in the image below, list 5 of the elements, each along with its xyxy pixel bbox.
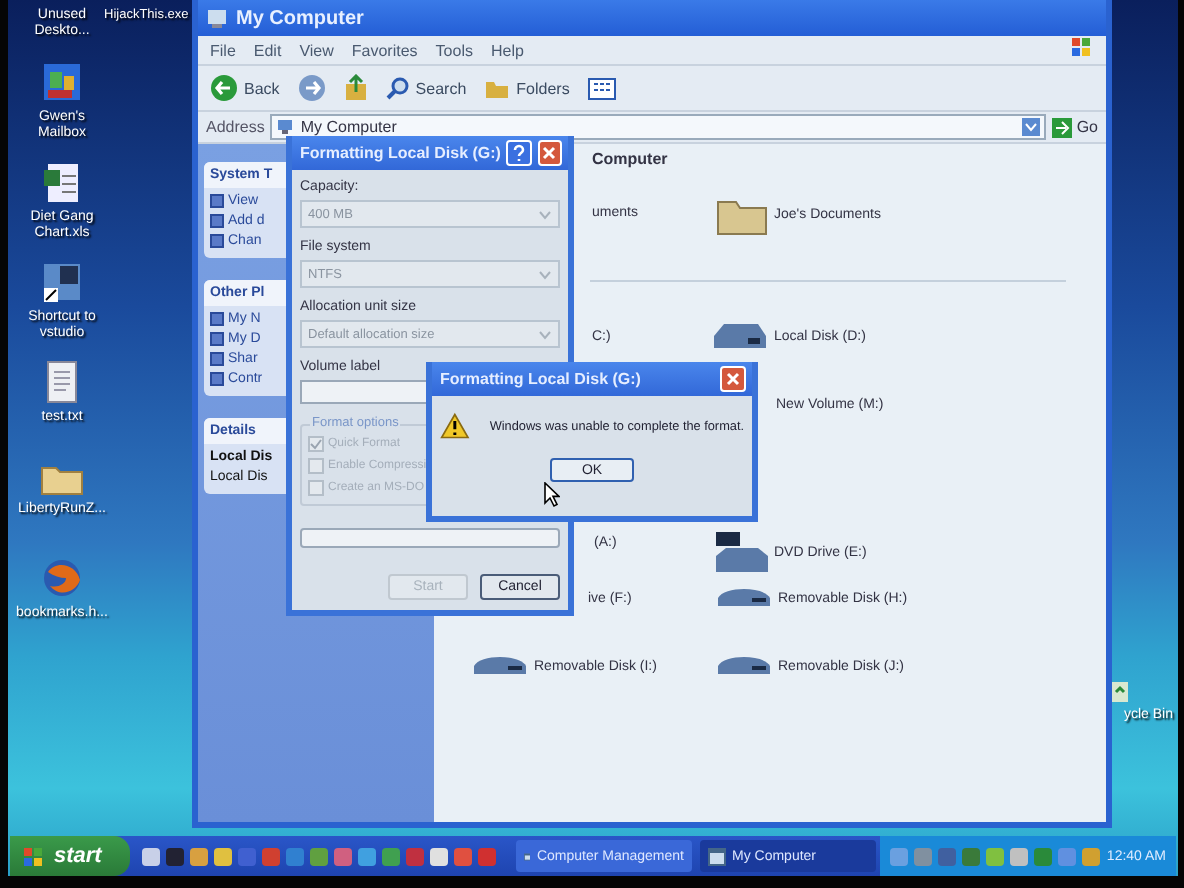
dialog-title: Formatting Local Disk (G:) <box>440 370 643 388</box>
address-label: Address <box>206 118 265 136</box>
group-heading: Computer <box>592 150 668 168</box>
window-title: My Computer <box>236 7 364 29</box>
dialog-title: Formatting Local Disk (G:) <box>300 144 501 162</box>
